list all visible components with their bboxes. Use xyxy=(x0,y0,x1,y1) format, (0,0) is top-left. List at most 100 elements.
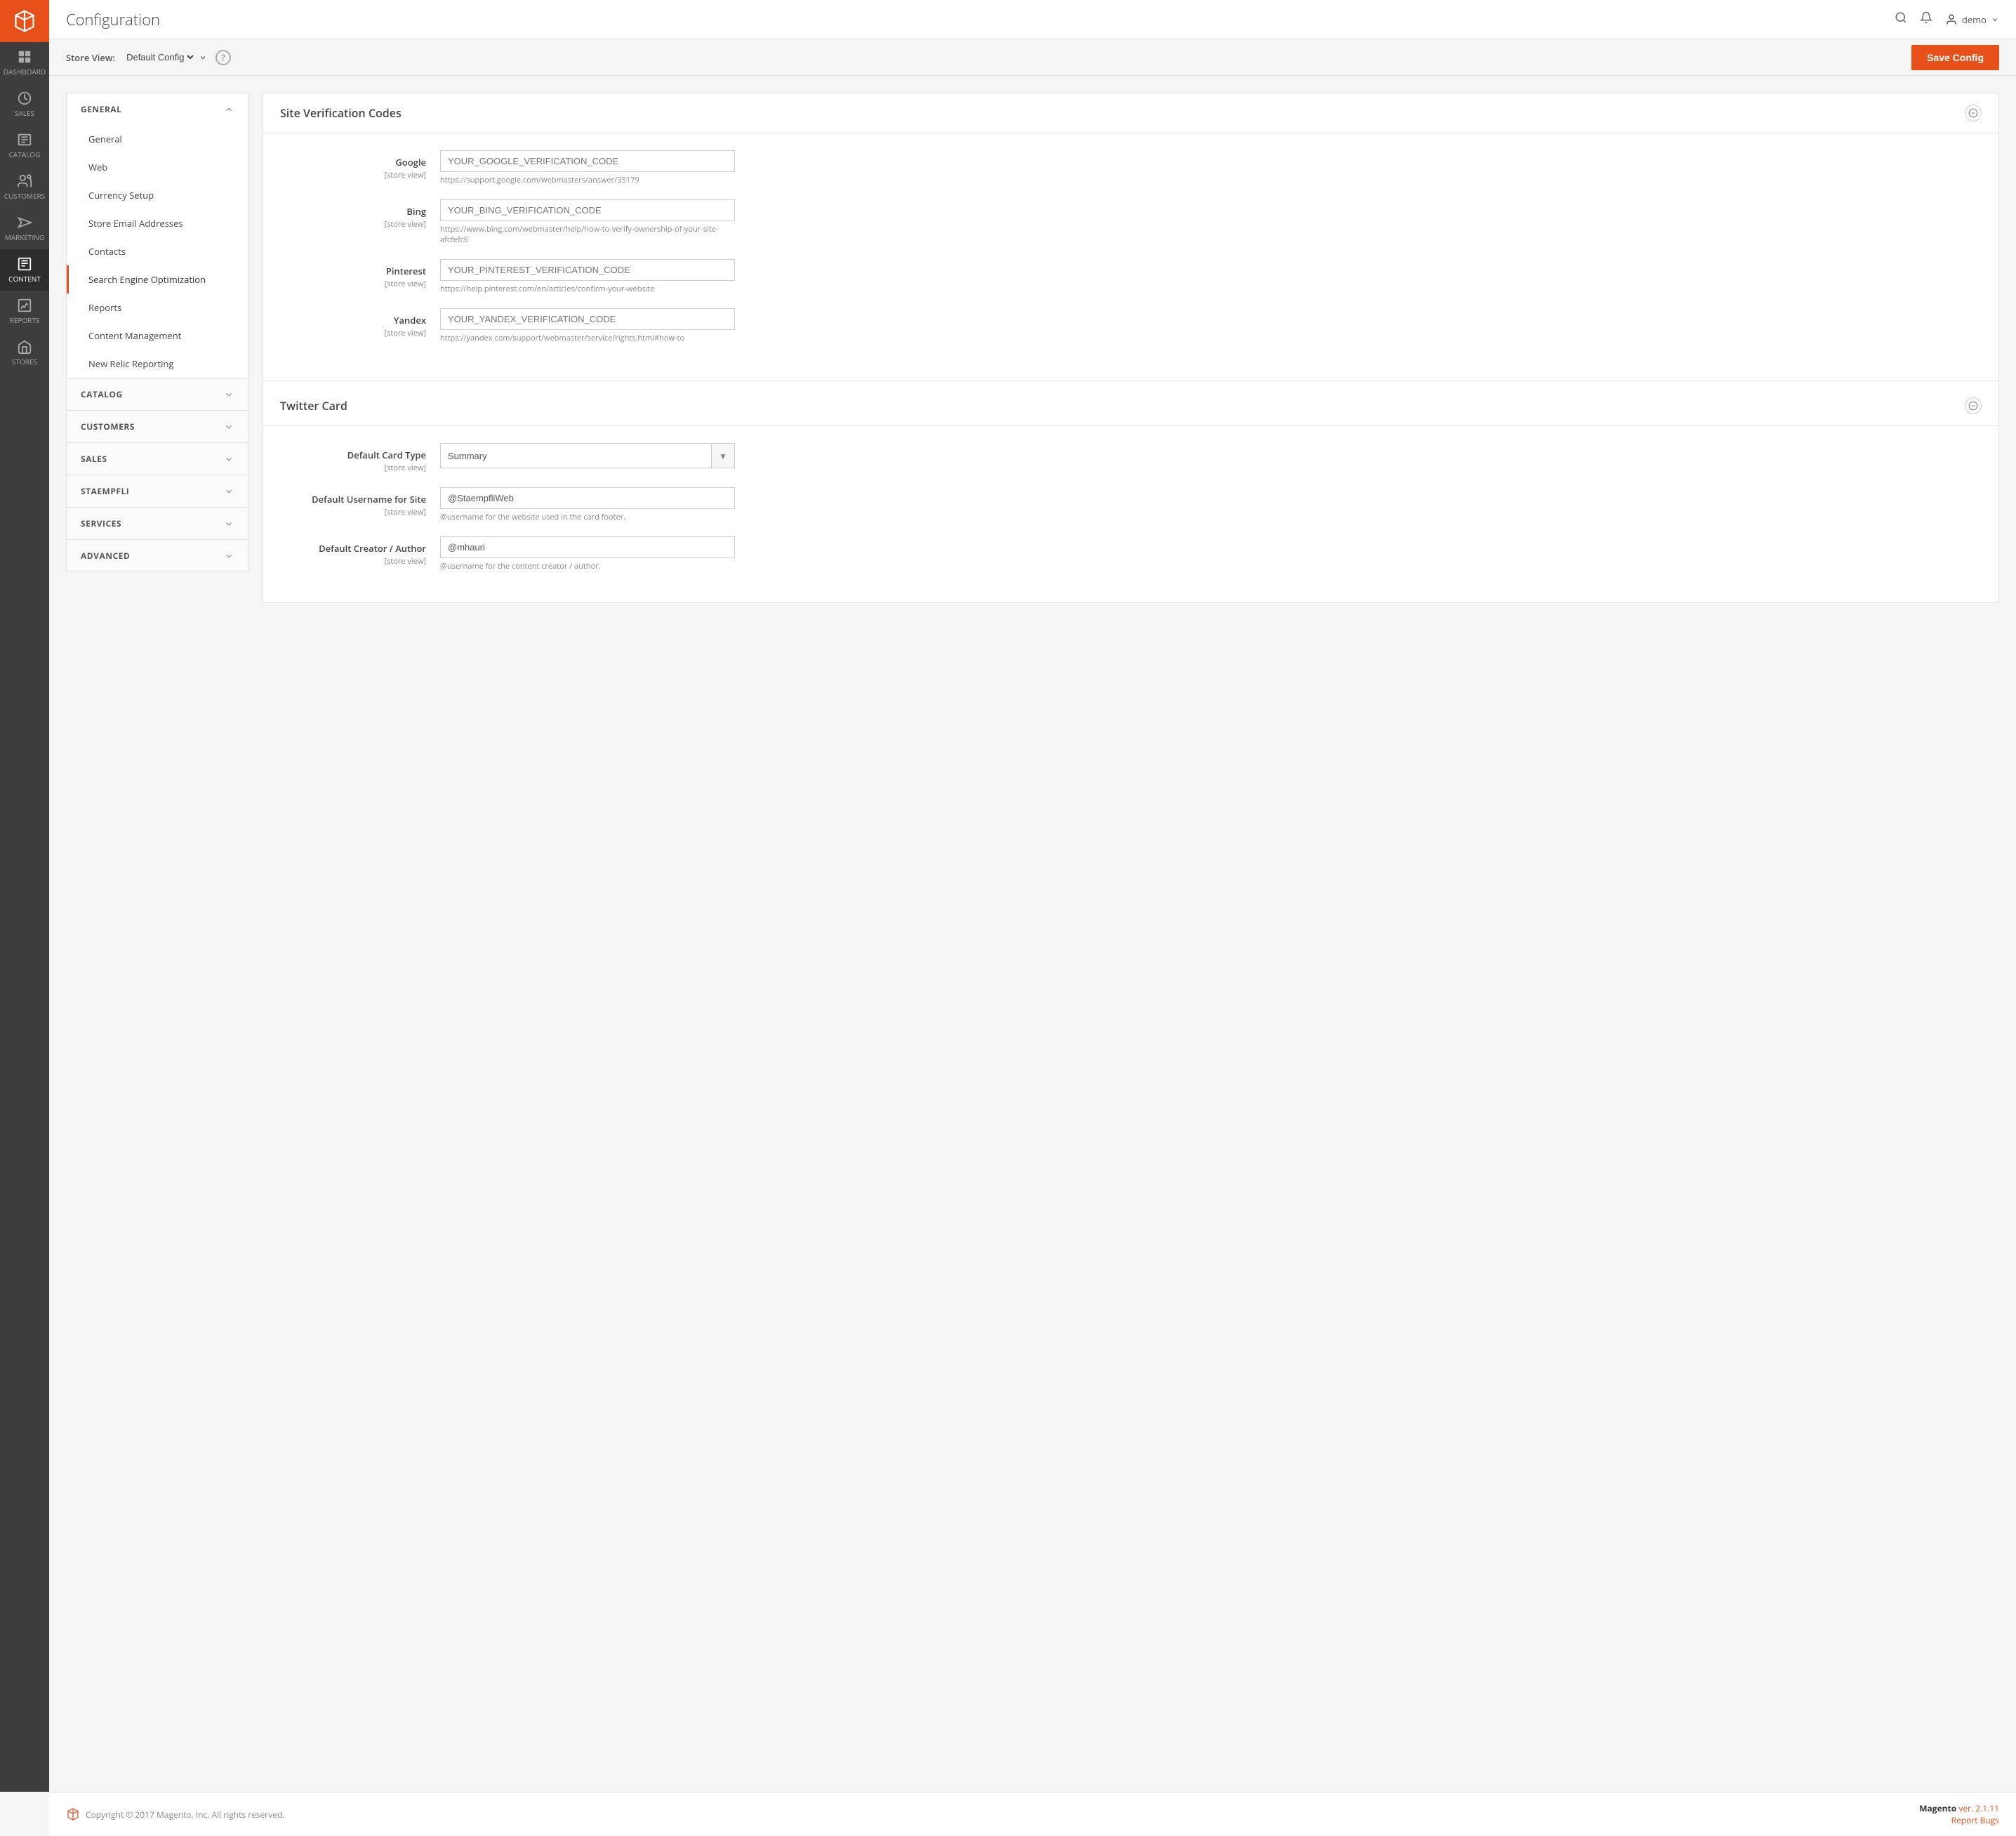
sidebar-item-stores[interactable]: STORES xyxy=(0,332,49,374)
sidebar-item-label: SALES xyxy=(15,108,34,118)
save-config-button[interactable]: Save Config xyxy=(1911,45,1999,70)
creator-sub-label: [store view] xyxy=(286,556,426,567)
nav-item-web[interactable]: Web xyxy=(67,153,248,181)
chevron-down-icon xyxy=(224,487,234,496)
sidebar-item-dashboard[interactable]: DASHBOARD xyxy=(0,42,49,84)
nav-section-services[interactable]: SERVICES xyxy=(67,507,248,539)
content-layout: GENERAL General Web Currency Setup Store… xyxy=(66,93,1999,603)
nav-section-customers[interactable]: CUSTOMERS xyxy=(67,410,248,442)
creator-hint: @username for the content creator / auth… xyxy=(440,561,735,572)
sidebar-item-label: MARKETING xyxy=(5,232,44,242)
sidebar-item-label: STORES xyxy=(12,357,37,366)
store-view-dropdown[interactable]: Default Config xyxy=(124,51,196,63)
sidebar-item-reports[interactable]: REPORTS xyxy=(0,291,49,332)
chevron-down-icon xyxy=(224,551,234,561)
form-row-creator: Default Creator / Author [store view] @u… xyxy=(286,536,1976,572)
nav-section-general[interactable]: GENERAL xyxy=(67,93,248,125)
sidebar-item-label: REPORTS xyxy=(10,315,40,325)
user-menu[interactable]: demo xyxy=(1945,13,1999,26)
footer-version-text: ver. xyxy=(1958,1802,1973,1814)
pinterest-input[interactable] xyxy=(440,259,735,281)
footer: Copyright © 2017 Magento, Inc. All right… xyxy=(49,1792,2016,1836)
footer-logo-icon xyxy=(66,1807,80,1821)
footer-version: Magento ver. 2.1.11 xyxy=(1919,1802,1999,1814)
footer-copyright: Copyright © 2017 Magento, Inc. All right… xyxy=(86,1809,284,1821)
nav-section-general-label: GENERAL xyxy=(81,103,121,115)
chevron-up-icon xyxy=(224,105,234,114)
yandex-input[interactable] xyxy=(440,308,735,330)
card-type-sub-label: [store view] xyxy=(286,463,426,473)
section-divider xyxy=(263,380,1998,381)
form-row-yandex: Yandex [store view] https://yandex.com/s… xyxy=(286,308,1976,343)
footer-version-number: 2.1.11 xyxy=(1975,1802,1999,1814)
nav-section-sales[interactable]: SALES xyxy=(67,442,248,475)
nav-section-staempfli-label: STAEMPFLI xyxy=(81,485,129,497)
nav-item-seo[interactable]: Search Engine Optimization xyxy=(67,265,248,293)
footer-right: Magento ver. 2.1.11 Report Bugs xyxy=(1919,1802,1999,1826)
nav-section-advanced[interactable]: ADVANCED xyxy=(67,539,248,572)
form-row-bing: Bing [store view] https://www.bing.com/w… xyxy=(286,199,1976,245)
sidebar-item-marketing[interactable]: MARKETING xyxy=(0,208,49,249)
nav-general-items: General Web Currency Setup Store Email A… xyxy=(67,125,248,378)
chevron-down-icon xyxy=(224,422,234,432)
store-view-bar: Store View: Default Config ? Save Config xyxy=(49,39,2016,76)
form-row-username: Default Username for Site [store view] @… xyxy=(286,487,1976,522)
nav-item-reports[interactable]: Reports xyxy=(67,293,248,322)
site-verification-body: Google [store view] https://support.goog… xyxy=(263,133,1998,374)
site-verification-title: Site Verification Codes xyxy=(280,105,402,121)
nav-item-general[interactable]: General xyxy=(67,125,248,153)
report-bugs-link[interactable]: Report Bugs xyxy=(1951,1814,1999,1826)
nav-section-customers-label: CUSTOMERS xyxy=(81,421,135,432)
nav-panel: GENERAL General Web Currency Setup Store… xyxy=(66,93,248,572)
username-sub-label: [store view] xyxy=(286,507,426,517)
collapse-icon xyxy=(1968,108,1978,118)
notifications-icon[interactable] xyxy=(1920,11,1932,28)
bing-input[interactable] xyxy=(440,199,735,221)
nav-section-catalog[interactable]: CATALOG xyxy=(67,378,248,410)
twitter-card-header: Twitter Card xyxy=(263,386,1998,426)
page-title: Configuration xyxy=(66,9,1895,30)
main-content: GENERAL General Web Currency Setup Store… xyxy=(49,76,2016,1792)
yandex-label: Yandex xyxy=(286,314,426,326)
select-arrow-icon: ▼ xyxy=(711,444,734,468)
nav-section-services-label: SERVICES xyxy=(81,517,121,529)
help-icon[interactable]: ? xyxy=(215,50,231,65)
twitter-card-body: Default Card Type [store view] Summary S… xyxy=(263,426,1998,602)
nav-section-catalog-label: CATALOG xyxy=(81,388,123,400)
sidebar-item-catalog[interactable]: CATALOG xyxy=(0,125,49,166)
nav-item-store-email[interactable]: Store Email Addresses xyxy=(67,209,248,237)
chevron-down-icon xyxy=(224,454,234,464)
nav-item-contacts[interactable]: Contacts xyxy=(67,237,248,265)
creator-input[interactable] xyxy=(440,536,735,558)
twitter-card-collapse-btn[interactable] xyxy=(1965,397,1982,414)
nav-item-currency-setup[interactable]: Currency Setup xyxy=(67,181,248,209)
footer-magento-label: Magento xyxy=(1919,1802,1956,1814)
collapse-icon xyxy=(1968,401,1978,411)
card-type-select[interactable]: Summary Summary with Large Image App Pla… xyxy=(441,446,711,466)
user-name: demo xyxy=(1962,13,1987,26)
google-input[interactable] xyxy=(440,150,735,172)
username-input[interactable] xyxy=(440,487,735,509)
form-row-google: Google [store view] https://support.goog… xyxy=(286,150,1976,185)
site-verification-collapse-btn[interactable] xyxy=(1965,105,1982,121)
chevron-down-icon xyxy=(1991,15,1999,24)
username-label: Default Username for Site xyxy=(286,493,426,506)
bing-hint: https://www.bing.com/webmaster/help/how-… xyxy=(440,224,735,245)
nav-item-new-relic[interactable]: New Relic Reporting xyxy=(67,350,248,378)
pinterest-hint: https://help.pinterest.com/en/articles/c… xyxy=(440,284,735,294)
search-icon[interactable] xyxy=(1895,11,1907,28)
form-row-card-type: Default Card Type [store view] Summary S… xyxy=(286,443,1976,473)
nav-section-staempfli[interactable]: STAEMPFLI xyxy=(67,475,248,507)
sidebar-item-label: CATALOG xyxy=(9,150,41,159)
nav-item-content-mgmt[interactable]: Content Management xyxy=(67,322,248,350)
sidebar-item-content[interactable]: CONTENT xyxy=(0,249,49,291)
sidebar: DASHBOARD SALES CATALOG CUSTOMERS MARKET… xyxy=(0,0,49,1792)
config-panel: Site Verification Codes Google [store vi… xyxy=(263,93,1999,603)
header-actions: demo xyxy=(1895,11,1999,28)
form-row-pinterest: Pinterest [store view] https://help.pint… xyxy=(286,259,1976,294)
store-view-select[interactable]: Default Config xyxy=(124,51,207,63)
yandex-hint: https://yandex.com/support/webmaster/ser… xyxy=(440,333,735,343)
sidebar-item-sales[interactable]: SALES xyxy=(0,84,49,125)
sidebar-item-customers[interactable]: CUSTOMERS xyxy=(0,166,49,208)
sidebar-logo[interactable] xyxy=(0,0,49,42)
